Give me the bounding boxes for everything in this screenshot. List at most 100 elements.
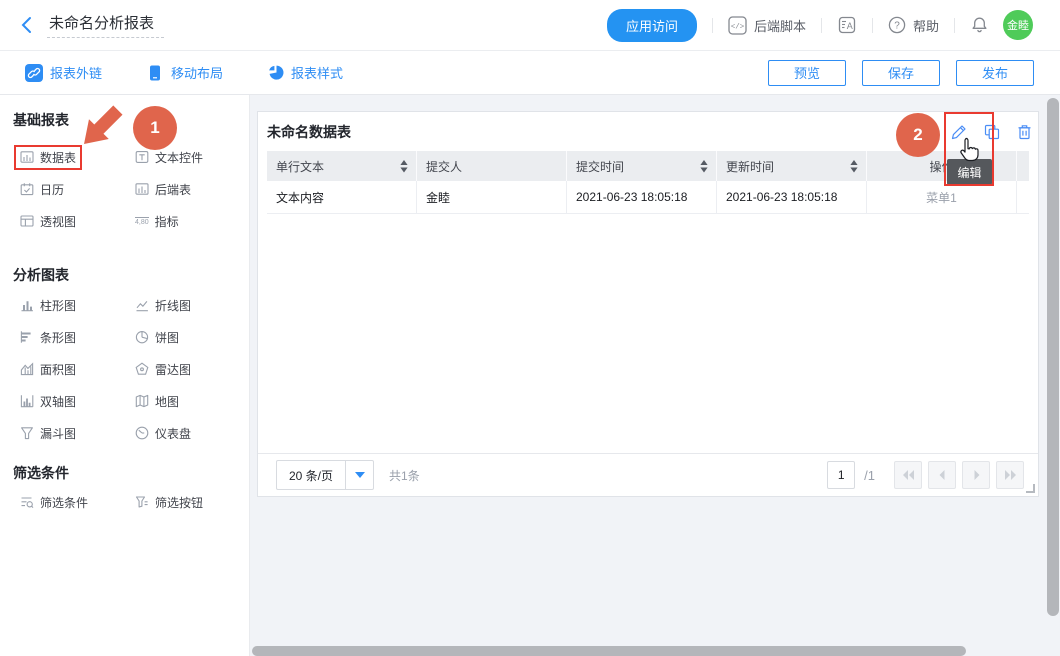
sidebar-item-pie-chart[interactable]: 饼图 xyxy=(135,329,249,345)
sidebar-item-line-chart[interactable]: 折线图 xyxy=(135,297,249,313)
publish-button[interactable]: 发布 xyxy=(956,60,1034,86)
pie-chart-icon xyxy=(135,330,149,344)
help-button[interactable]: ? 帮助 xyxy=(888,16,939,35)
svg-text:?: ? xyxy=(894,21,900,32)
hand-cursor-icon xyxy=(958,137,981,164)
sidebar-item-funnel-chart[interactable]: 漏斗图 xyxy=(20,425,135,441)
divider xyxy=(821,18,822,33)
double-chevron-left-icon xyxy=(902,469,915,481)
sidebar-item-label: 雷达图 xyxy=(155,361,191,378)
sidebar-item-label: 面积图 xyxy=(40,361,76,378)
sidebar-item-label: 双轴图 xyxy=(40,393,76,410)
data-table-widget-panel[interactable]: 未命名数据表 单行文本 提交人 提交时间 更新时间 操 xyxy=(257,111,1039,497)
funnel-chart-icon xyxy=(20,426,34,440)
notifications-button[interactable] xyxy=(970,16,989,35)
mobile-icon xyxy=(146,64,164,82)
chevron-right-icon xyxy=(970,469,983,481)
sidebar-item-label: 文本控件 xyxy=(155,149,203,166)
sidebar-item-metric[interactable]: 4,80 指标 xyxy=(135,213,249,229)
column-header-update-time[interactable]: 更新时间 xyxy=(717,151,867,181)
widget-sidebar: 基础报表 数据表 文本控件 日历 后端表 透视图 4,80 指标 分析图 xyxy=(0,95,250,656)
page-nav-buttons xyxy=(894,461,1024,489)
help-label: 帮助 xyxy=(913,16,939,35)
sidebar-item-calendar[interactable]: 日历 xyxy=(20,181,135,197)
mobile-layout-button[interactable]: 移动布局 xyxy=(146,63,223,82)
vertical-scrollbar[interactable] xyxy=(1047,98,1059,616)
sidebar-item-map[interactable]: 地图 xyxy=(135,393,249,409)
sidebar-item-bar-chart[interactable]: 条形图 xyxy=(20,329,135,345)
preview-button[interactable]: 预览 xyxy=(768,60,846,86)
report-external-link-button[interactable]: 报表外链 xyxy=(25,63,102,82)
sidebar-item-label: 日历 xyxy=(40,181,64,198)
top-header: 未命名分析报表 应用访问 </> 后端脚本 A ? 帮助 金睦 xyxy=(0,0,1060,51)
sidebar-item-filter-button[interactable]: 筛选按钮 xyxy=(135,494,249,510)
column-header-text[interactable]: 单行文本 xyxy=(267,151,417,181)
column-header-action: 操作 xyxy=(867,151,1017,181)
translate-icon: A xyxy=(837,15,857,35)
section-title-basic-reports: 基础报表 xyxy=(13,95,249,128)
sidebar-item-label: 指标 xyxy=(155,213,179,230)
sidebar-item-pivot[interactable]: 透视图 xyxy=(20,213,135,229)
sidebar-item-dual-axis-chart[interactable]: 双轴图 xyxy=(20,393,135,409)
pie-style-icon xyxy=(267,64,284,81)
sidebar-item-gauge[interactable]: 仪表盘 xyxy=(135,425,249,441)
report-title[interactable]: 未命名分析报表 xyxy=(47,12,164,38)
save-button[interactable]: 保存 xyxy=(862,60,940,86)
basic-reports-grid: 数据表 文本控件 日历 后端表 透视图 4,80 指标 xyxy=(20,149,249,229)
last-page-button[interactable] xyxy=(996,461,1024,489)
report-style-label: 报表样式 xyxy=(291,63,343,82)
page-size-select[interactable]: 20 条/页 xyxy=(276,460,374,490)
avatar[interactable]: 金睦 xyxy=(1003,10,1033,40)
trash-icon[interactable] xyxy=(1017,124,1032,140)
report-style-button[interactable]: 报表样式 xyxy=(267,63,343,82)
sort-icon[interactable] xyxy=(400,160,408,173)
sidebar-item-label: 透视图 xyxy=(40,213,76,230)
cell-submitter: 金睦 xyxy=(417,181,567,213)
sort-icon[interactable] xyxy=(700,160,708,173)
sidebar-item-text-widget[interactable]: 文本控件 xyxy=(135,149,249,165)
table-row: 文本内容 金睦 2021-06-23 18:05:18 2021-06-23 1… xyxy=(267,181,1029,214)
sidebar-item-label: 仪表盘 xyxy=(155,425,191,442)
gauge-icon xyxy=(135,426,149,440)
sidebar-item-filter-condition[interactable]: 筛选条件 xyxy=(20,494,135,510)
sort-icon[interactable] xyxy=(850,160,858,173)
column-chart-icon xyxy=(20,298,34,312)
back-button[interactable] xyxy=(20,16,32,34)
topbar-actions: 应用访问 </> 后端脚本 A ? 帮助 金睦 xyxy=(607,9,1033,42)
total-count: 共1条 xyxy=(389,467,420,484)
prev-page-button[interactable] xyxy=(928,461,956,489)
dual-axis-icon xyxy=(20,394,34,408)
resize-handle[interactable] xyxy=(1026,484,1035,493)
filter-conditions-grid: 筛选条件 筛选按钮 xyxy=(20,494,249,510)
sidebar-item-data-table[interactable]: 数据表 xyxy=(20,149,135,165)
sidebar-item-column-chart[interactable]: 柱形图 xyxy=(20,297,135,313)
radar-chart-icon xyxy=(135,362,149,376)
current-page-box[interactable]: 1 xyxy=(827,461,855,489)
horizontal-scrollbar[interactable] xyxy=(252,646,966,656)
sidebar-item-label: 条形图 xyxy=(40,329,76,346)
calendar-icon xyxy=(20,182,34,196)
column-header-submit-time[interactable]: 提交时间 xyxy=(567,151,717,181)
page-size-caret[interactable] xyxy=(345,461,373,489)
sidebar-item-backend-table[interactable]: 后端表 xyxy=(135,181,249,197)
filter-button-icon xyxy=(135,495,149,509)
next-page-button[interactable] xyxy=(962,461,990,489)
sidebar-item-label: 折线图 xyxy=(155,297,191,314)
sidebar-item-label: 筛选条件 xyxy=(40,494,88,511)
divider xyxy=(872,18,873,33)
sidebar-item-label: 后端表 xyxy=(155,181,191,198)
backend-table-icon xyxy=(135,182,149,196)
cell-action-menu[interactable]: 菜单1 xyxy=(867,181,1017,213)
link-icon xyxy=(25,64,43,82)
sidebar-item-label: 柱形图 xyxy=(40,297,76,314)
column-header-submitter: 提交人 xyxy=(417,151,567,181)
sidebar-item-area-chart[interactable]: 面积图 xyxy=(20,361,135,377)
sidebar-item-radar-chart[interactable]: 雷达图 xyxy=(135,361,249,377)
first-page-button[interactable] xyxy=(894,461,922,489)
sidebar-item-label: 饼图 xyxy=(155,329,179,346)
translate-button[interactable]: A xyxy=(837,15,857,35)
report-toolbar: 报表外链 移动布局 报表样式 预览 保存 发布 xyxy=(0,51,1060,95)
backend-script-button[interactable]: </> 后端脚本 xyxy=(728,16,806,35)
app-access-button[interactable]: 应用访问 xyxy=(607,9,697,42)
sidebar-item-label: 漏斗图 xyxy=(40,425,76,442)
